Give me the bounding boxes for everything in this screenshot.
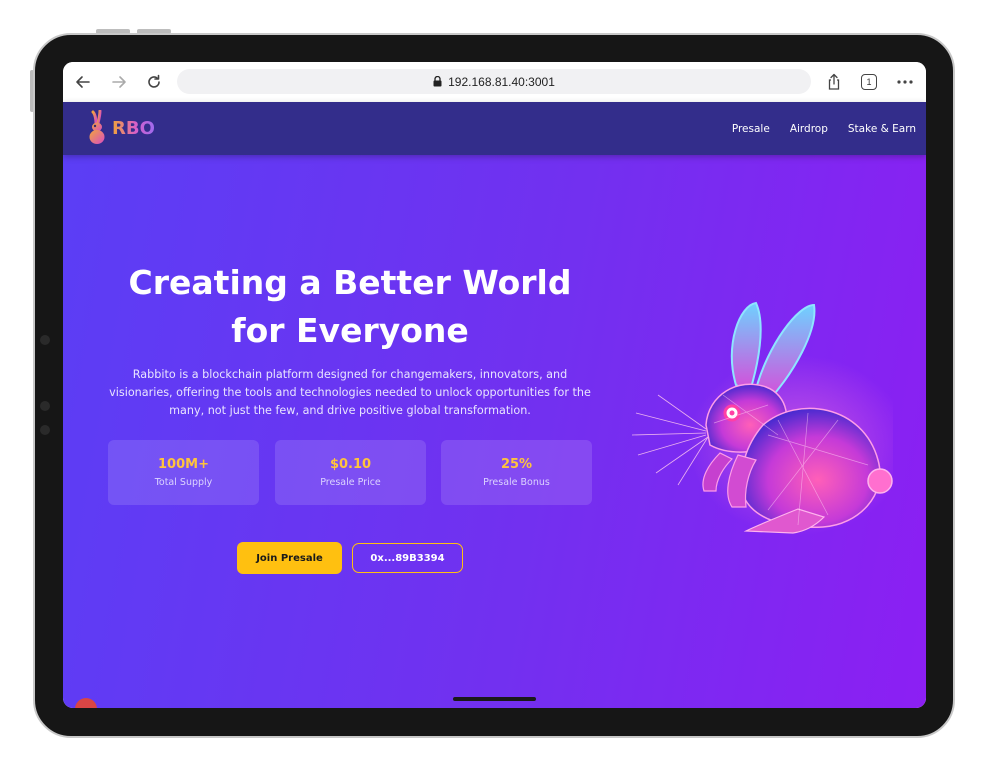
nav-link-airdrop[interactable]: Airdrop [790, 123, 828, 135]
hero-title-line-1: Creating a Better World [128, 263, 572, 302]
rabbit-logo-icon [89, 110, 105, 144]
arrow-left-icon [76, 76, 90, 88]
floating-avatar[interactable] [75, 698, 97, 708]
stat-card-total-supply: 100M+ Total Supply [108, 440, 259, 505]
stat-label: Total Supply [154, 477, 213, 488]
reload-button[interactable] [142, 70, 166, 94]
site-header: RBO Presale Airdrop Stake & Earn [63, 102, 926, 155]
stat-label: Presale Price [320, 477, 381, 488]
nav-link-stake-earn[interactable]: Stake & Earn [848, 123, 916, 135]
camera-dot [40, 425, 50, 435]
browser-toolbar: 192.168.81.40:3001 1 [63, 62, 926, 102]
stat-card-presale-bonus: 25% Presale Bonus [441, 440, 592, 505]
reload-icon [148, 74, 160, 88]
share-icon [828, 73, 840, 90]
nav-link-presale[interactable]: Presale [732, 123, 770, 135]
hero-section: Creating a Better World for Everyone Rab… [63, 155, 926, 708]
url-text: 192.168.81.40:3001 [448, 74, 555, 89]
stat-label: Presale Bonus [483, 477, 550, 488]
logo-text: RBO [112, 117, 155, 139]
back-button[interactable] [71, 70, 95, 94]
wallet-address-button[interactable]: 0x...89B3394 [352, 543, 463, 573]
hero-title: Creating a Better World for Everyone [110, 259, 590, 355]
hero-title-line-2: for Everyone [231, 311, 469, 350]
stat-value: 100M+ [158, 457, 209, 472]
tabs-icon: 1 [861, 74, 877, 90]
arrow-right-icon [112, 76, 126, 88]
tabs-button[interactable]: 1 [857, 70, 881, 94]
hero-description: Rabbito is a blockchain platform designe… [109, 368, 591, 417]
site-logo[interactable]: RBO [85, 110, 155, 146]
neon-rabbit-illustration [631, 301, 893, 535]
tablet-screen: 192.168.81.40:3001 1 RBO Presale Airdrop… [63, 62, 926, 708]
camera-dot [40, 401, 50, 411]
stats-row: 100M+ Total Supply $0.10 Presale Price 2… [108, 440, 594, 506]
stat-value: $0.10 [329, 457, 372, 472]
share-button[interactable] [822, 70, 846, 94]
camera-dot [40, 335, 50, 345]
more-dots-icon [897, 80, 913, 84]
main-nav: Presale Airdrop Stake & Earn [712, 102, 916, 155]
address-bar[interactable]: 192.168.81.40:3001 [177, 69, 811, 94]
join-presale-button[interactable]: Join Presale [237, 542, 342, 574]
home-indicator [453, 697, 536, 701]
stat-value: 25% [500, 457, 533, 472]
forward-button[interactable] [107, 70, 131, 94]
stat-card-presale-price: $0.10 Presale Price [275, 440, 426, 505]
more-button[interactable] [893, 70, 917, 94]
lock-icon [433, 76, 442, 87]
